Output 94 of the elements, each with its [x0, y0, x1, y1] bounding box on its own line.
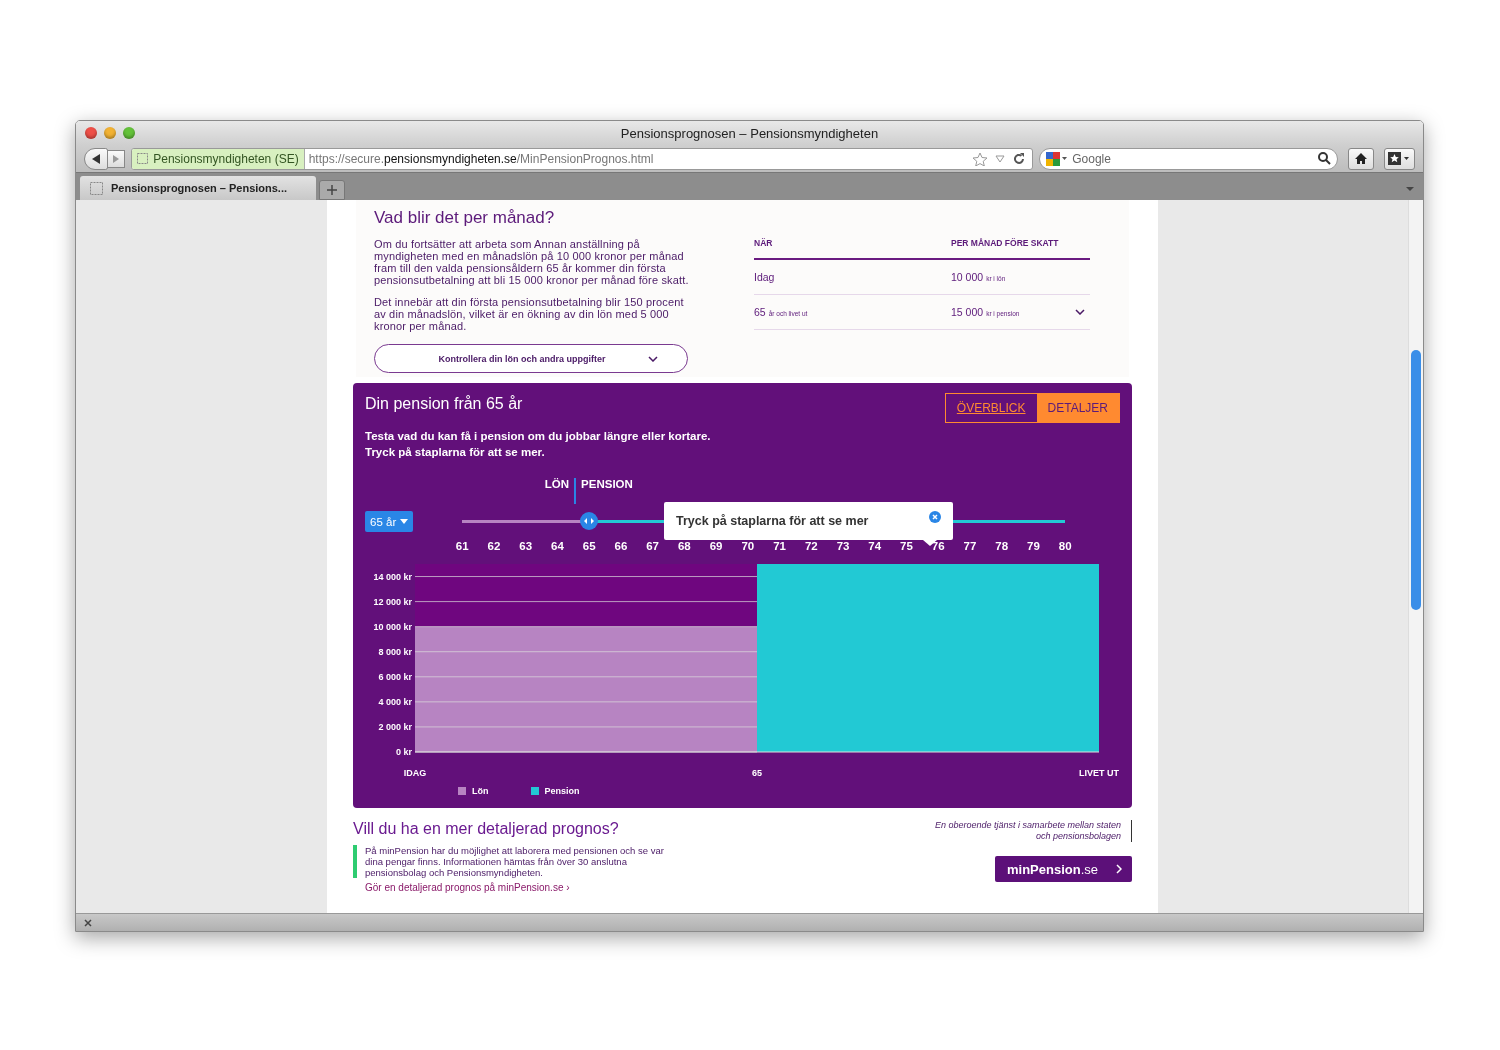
- y-axis-label: 4 000 kr: [378, 696, 412, 707]
- minpension-link[interactable]: Gör en detaljerad prognos på minPension.se ›: [365, 882, 665, 893]
- y-axis-label: 2 000 kr: [378, 721, 412, 732]
- browser-tab[interactable]: Pensionsprognosen – Pensions...: [80, 176, 316, 200]
- reload-icon[interactable]: [1012, 151, 1027, 166]
- window-title: Pensionsprognosen – Pensionsmyndigheten: [619, 125, 880, 141]
- view-tab[interactable]: ÖVERBLICK: [945, 394, 1037, 422]
- new-tab-button[interactable]: [319, 180, 345, 200]
- y-axis-label: 12 000 kr: [373, 596, 412, 607]
- search-icon[interactable]: [1318, 152, 1332, 165]
- age-label[interactable]: 77: [956, 540, 983, 552]
- bookmark-star-icon: [1388, 152, 1411, 165]
- age-label[interactable]: 78: [988, 540, 1015, 552]
- age-label[interactable]: 61: [449, 540, 476, 552]
- age-label[interactable]: 71: [766, 540, 793, 552]
- close-icon[interactable]: [84, 918, 92, 927]
- minpension-button[interactable]: minPension.se: [995, 856, 1132, 882]
- age-label[interactable]: 73: [830, 540, 857, 552]
- dropdown-icon[interactable]: [994, 153, 1007, 164]
- close-icon[interactable]: [929, 511, 941, 523]
- chevron-down-icon: [647, 355, 658, 362]
- column-header: PER MÅNAD FÖRE SKATT: [951, 238, 1060, 248]
- table-cell: 65: [754, 306, 766, 318]
- x-axis-label: LIVET UT: [1079, 768, 1119, 778]
- home-icon: [1354, 152, 1369, 165]
- age-label[interactable]: 79: [1020, 540, 1047, 552]
- age-label[interactable]: 63: [512, 540, 539, 552]
- page-icon: [137, 153, 149, 164]
- legend-label: Lön: [472, 786, 489, 796]
- scroll-thumb[interactable]: [1411, 350, 1421, 610]
- intro-text: Tryck på staplarna för att se mer.: [365, 445, 546, 459]
- minimize-button[interactable]: [104, 127, 116, 139]
- legend-label: Pension: [544, 786, 580, 796]
- tab-title: Pensionsprognosen – Pensions...: [111, 182, 288, 194]
- age-label[interactable]: 68: [671, 540, 698, 552]
- y-axis-label: 8 000 kr: [378, 646, 412, 657]
- caret-icon: [400, 519, 409, 524]
- back-button[interactable]: [84, 147, 108, 170]
- x-axis-label: 65: [752, 768, 762, 778]
- paragraph: På minPension har du möjlighet att laborera med pensionen och se var dina pengar finns. Informationen hämtas från över 30 anslutna pensionsbolag och Pensionsmyndigheten.: [353, 845, 665, 878]
- age-label[interactable]: 65: [576, 540, 603, 552]
- page-icon: [90, 181, 103, 195]
- tooltip-text: Tryck på staplarna för att se mer: [676, 514, 869, 528]
- age-select[interactable]: 65 år: [365, 511, 414, 532]
- intro-text: Testa vad du kan få i pension om du jobbar längre eller kortare.: [365, 429, 712, 443]
- paragraph: Om du fortsätter att arbeta som Annan anställning på myndigheten med en månadslön på 10 000 kronor per månad fram till den valda pensionsåldern 65 år kommer din första pensionsutbetalning att bli 15 000 kronor per månad före skatt.: [374, 238, 690, 286]
- age-label[interactable]: 62: [480, 540, 507, 552]
- age-label[interactable]: 70: [734, 540, 761, 552]
- panel-title: Din pension från 65 år: [365, 395, 523, 413]
- site-identity[interactable]: Pensionsmyndigheten (SE): [132, 148, 305, 169]
- y-axis-label: 6 000 kr: [378, 671, 412, 682]
- close-button[interactable]: [85, 127, 97, 139]
- salary-label: LÖN: [544, 478, 570, 490]
- y-axis-label: 10 000 kr: [373, 621, 412, 632]
- url-text: https://secure.pensionsmyndigheten.se/MinPensionPrognos.html: [307, 151, 655, 166]
- age-label[interactable]: 75: [893, 540, 920, 552]
- view-tab[interactable]: DETALJER: [1036, 394, 1119, 422]
- age-label[interactable]: 67: [639, 540, 666, 552]
- bookmarks-button[interactable]: [1383, 147, 1415, 170]
- tab-list-icon[interactable]: [1405, 186, 1415, 192]
- address-field[interactable]: Pensionsmyndigheten (SE) https://secure.pensionsmyndigheten.se/MinPensionPrognos.html: [131, 147, 1034, 170]
- age-label[interactable]: 72: [798, 540, 825, 552]
- age-label[interactable]: 66: [607, 540, 634, 552]
- age-label[interactable]: 69: [703, 540, 730, 552]
- age-label[interactable]: 74: [861, 540, 888, 552]
- zoom-button[interactable]: [123, 127, 135, 139]
- paragraph: Det innebär att din första pensionsutbetalning blir 150 procent av din månadslön, vilket är en ökning av din lön med 5 000 kronor per månad.: [374, 296, 685, 332]
- section-heading: Vad blir det per månad?: [374, 208, 556, 228]
- home-button[interactable]: [1348, 147, 1374, 170]
- search-engine-icon[interactable]: [1046, 151, 1069, 166]
- forward-arrow-icon: [112, 153, 121, 164]
- y-axis-label: 14 000 kr: [373, 571, 412, 582]
- y-axis-label: 0 kr: [396, 747, 412, 757]
- chevron-right-icon: [1116, 864, 1122, 874]
- search-field[interactable]: Google: [1039, 147, 1339, 170]
- pension-label: PENSION: [581, 478, 633, 490]
- age-label[interactable]: 64: [544, 540, 571, 552]
- search-placeholder: Google: [1072, 151, 1112, 166]
- age-label[interactable]: 76: [925, 540, 952, 552]
- section-heading: Vill du ha en mer detaljerad prognos?: [353, 820, 620, 838]
- check-details-button[interactable]: Kontrollera din lön och andra uppgifter: [374, 344, 688, 373]
- star-icon[interactable]: [972, 151, 989, 166]
- chevron-down-icon[interactable]: [1075, 309, 1085, 315]
- slider-handle[interactable]: [579, 512, 598, 530]
- plus-icon: [327, 185, 337, 195]
- table-cell: Idag: [754, 271, 775, 283]
- table-cell: 10 000: [951, 271, 984, 283]
- note-text: En oberoende tjänst i samarbete mellan staten och pensionsbolagen: [921, 820, 1132, 842]
- scrollbar[interactable]: [1408, 200, 1423, 913]
- x-axis-label: IDAG: [403, 768, 427, 778]
- column-header: NÄR: [754, 238, 774, 248]
- age-label[interactable]: 80: [1052, 540, 1079, 552]
- left-right-arrows-icon: [583, 518, 594, 524]
- table-cell: 15 000: [951, 306, 984, 318]
